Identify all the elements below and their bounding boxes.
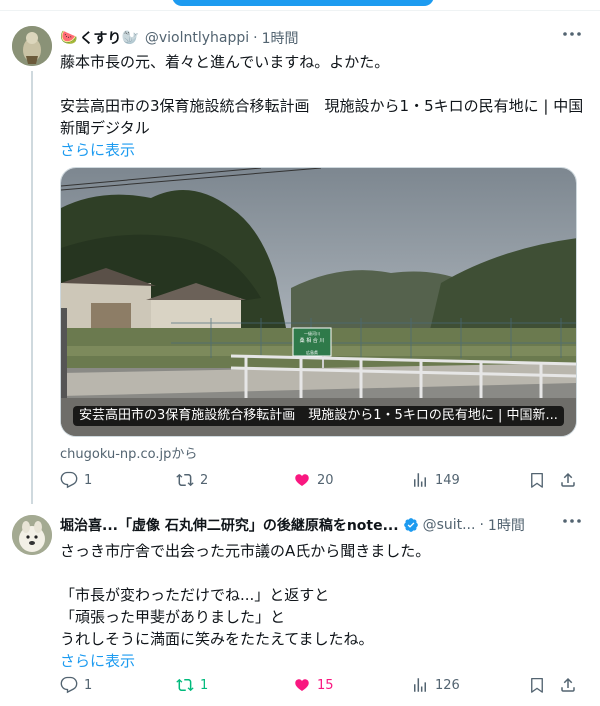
tweet[interactable]: 堀治喜...「虚像 石丸伸二研究」の後継原稿をnote... @suit... … [0, 504, 600, 706]
tweet-text-line: さっき市庁舎で出会った元市議のA氏から聞きました。 [60, 542, 431, 560]
card-source[interactable]: chugoku-np.co.jpから [60, 443, 197, 462]
views-button[interactable]: 149 [411, 470, 460, 490]
repost-icon [176, 473, 194, 487]
display-name[interactable]: くすり [79, 28, 121, 48]
separator: · [479, 517, 484, 533]
tweet-text-line [60, 562, 584, 584]
tweet-text-line: 「市長が変わっただけでね...」と返すと [60, 586, 330, 604]
tweet-text-line: 安芸高田市の3保育施設統合移転計画 現施設から1・5キロの民有地に | 中国 [60, 97, 584, 115]
river-sign: 一級河川 桑 相 合 川 広島県 [300, 330, 325, 355]
link-card[interactable]: 一級河川 桑 相 合 川 広島県 安芸高田市の3保育施設統合移転計画 現施設から… [60, 167, 577, 437]
repost-button[interactable]: 1 [176, 675, 208, 695]
avatar[interactable] [12, 515, 52, 555]
card-image [61, 168, 576, 436]
timestamp[interactable]: 1時間 [488, 515, 525, 535]
show-more-link[interactable]: さらに表示 [60, 139, 584, 161]
heart-filled-icon [295, 474, 309, 486]
new-posts-pill[interactable] [172, 0, 434, 6]
tweet-text-line: 新聞デジタル [60, 119, 150, 137]
sign-line: 一級河川 [304, 330, 320, 336]
share-icon [561, 472, 575, 487]
reply-button[interactable]: 1 [60, 675, 92, 695]
tweet-actions: 1 2 20 149 [60, 470, 588, 490]
tweet-text-line [60, 73, 584, 95]
reply-button[interactable]: 1 [60, 470, 92, 490]
tweet-text-line: 藤本市長の元、着々と進んでいますね。よかた。 [60, 53, 390, 71]
share-button[interactable] [559, 470, 577, 490]
thread-line [31, 71, 33, 504]
watermelon-icon: 🍉 [60, 30, 78, 46]
tweet-text-line: 「頑張った甲斐がありました」と [60, 608, 286, 626]
show-more-link[interactable]: さらに表示 [60, 650, 584, 672]
share-icon [561, 677, 575, 692]
views-icon [414, 678, 426, 692]
heart-filled-icon [295, 679, 309, 691]
bookmark-icon [531, 472, 543, 488]
views-button[interactable]: 126 [411, 675, 460, 695]
more-options-icon[interactable] [560, 25, 584, 43]
reply-count: 1 [84, 677, 93, 693]
user-handle[interactable]: @violntlyhappi [145, 30, 249, 46]
tweet-text: さっき市庁舎で出会った元市議のA氏から聞きました。 「市長が変わっただけでね..… [60, 540, 584, 672]
reply-count: 1 [84, 472, 93, 488]
share-button[interactable] [559, 675, 577, 695]
more-options-icon[interactable] [560, 512, 584, 530]
reply-icon [60, 676, 78, 694]
views-icon [414, 473, 426, 487]
tweet-header: 堀治喜...「虚像 石丸伸二研究」の後継原稿をnote... @suit... … [60, 514, 588, 536]
separator: · [253, 30, 258, 46]
repost-count: 1 [200, 677, 209, 693]
tweet[interactable]: 🍉 くすり 🦭 @violntlyhappi · 1時間 藤本市長の元、着々と進… [0, 11, 600, 504]
like-count: 15 [317, 677, 334, 693]
tweet-actions: 1 1 15 126 [60, 675, 588, 695]
bookmark-icon [531, 677, 543, 693]
bookmark-button[interactable] [528, 675, 546, 695]
seal-icon: 🦭 [121, 30, 139, 46]
avatar[interactable] [12, 26, 52, 66]
sign-line: 桑 相 合 川 [300, 337, 325, 344]
verified-badge-icon [403, 518, 418, 532]
views-count: 149 [435, 472, 460, 488]
repost-button[interactable]: 2 [176, 470, 208, 490]
like-button[interactable]: 15 [293, 675, 334, 695]
user-handle[interactable]: @suit... [423, 517, 476, 533]
card-title[interactable]: 安芸高田市の3保育施設統合移転計画 現施設から1・5キロの民有地に | 中国新.… [73, 406, 564, 426]
sign-line: 広島県 [306, 349, 318, 355]
repost-active-icon [176, 678, 194, 692]
tweet-header: 🍉 くすり 🦭 @violntlyhappi · 1時間 [60, 27, 588, 49]
tweet-text-line: うれしそうに満面に笑みをたたえてましたね。 [60, 630, 374, 648]
like-button[interactable]: 20 [293, 470, 334, 490]
views-count: 126 [435, 677, 460, 693]
reply-icon [60, 471, 78, 489]
tweet-text: 藤本市長の元、着々と進んでいますね。よかた。 安芸高田市の3保育施設統合移転計画… [60, 51, 584, 161]
timestamp[interactable]: 1時間 [262, 28, 299, 48]
repost-count: 2 [200, 472, 209, 488]
display-name[interactable]: 堀治喜...「虚像 石丸伸二研究」の後継原稿をnote... [60, 515, 399, 535]
bookmark-button[interactable] [528, 470, 546, 490]
like-count: 20 [317, 472, 334, 488]
